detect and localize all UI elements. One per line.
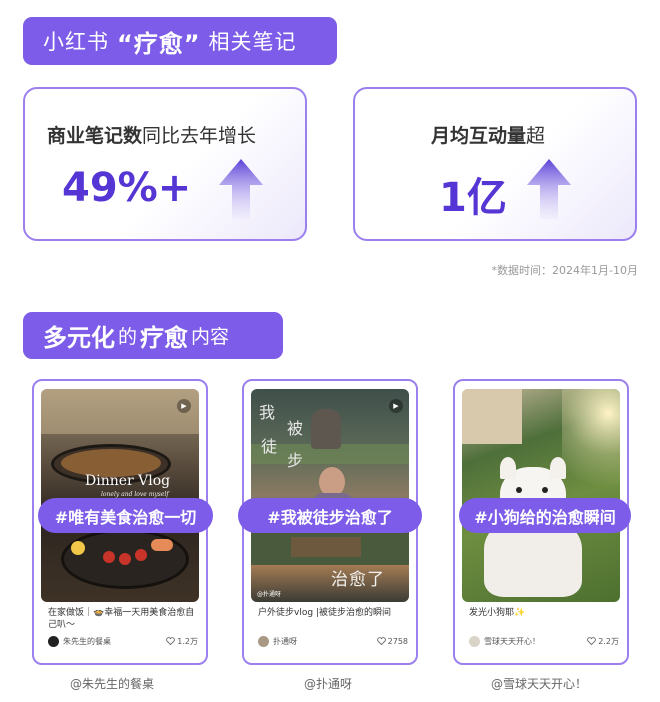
section-title-suffix: 相关笔记 xyxy=(208,30,297,54)
like-count: 1.2万 xyxy=(177,636,198,646)
stat-value: 1亿 xyxy=(439,175,507,221)
avatar[interactable] xyxy=(258,635,269,647)
overlay-char: 徒 xyxy=(261,437,278,456)
likes[interactable]: 2.2万 xyxy=(587,636,619,647)
section-title-part2: 的 xyxy=(118,326,138,348)
play-icon[interactable]: ▶ xyxy=(389,399,403,413)
hashtag-hiking[interactable]: #我被徒步治愈了 xyxy=(238,498,422,533)
author-row: 朱先生的餐桌 1.2万 xyxy=(48,634,198,648)
hashtag-food[interactable]: #唯有美食治愈一切 xyxy=(38,498,213,533)
overlay-tag: @扑通呀 xyxy=(257,591,282,598)
note-image-cooking[interactable]: ▶ Dinner Vlog lonely and love myself xyxy=(41,389,199,602)
overlay-char: 被 xyxy=(287,419,304,438)
author-row: 雪球天天开心！ 2.2万 xyxy=(469,634,619,648)
stat-card-commercial-notes: 商业笔记数同比去年增长 49%+ xyxy=(23,87,307,241)
section-title-part4: 内容 xyxy=(191,326,230,348)
data-period-note: *数据时间：2024年1月-10月 xyxy=(491,264,638,277)
section-title-prefix: 小红书 xyxy=(43,30,109,54)
avatar[interactable] xyxy=(469,635,480,647)
like-count: 2.2万 xyxy=(598,636,619,646)
play-icon[interactable]: ▶ xyxy=(177,399,191,413)
author-name[interactable]: 扑通呀 xyxy=(273,636,377,647)
overlay-subtitle: lonely and love myself xyxy=(101,491,169,498)
author-row: 扑通呀 2758 xyxy=(258,634,408,648)
source-credit: @朱先生的餐桌 xyxy=(70,677,155,691)
note-caption[interactable]: 在家做饭｜🍲幸福一天用美食治愈自己叭～ xyxy=(48,607,198,631)
overlay-char: 我 xyxy=(259,403,276,422)
up-arrow-icon xyxy=(527,159,571,219)
note-image-hiking[interactable]: ▶ 我 被 徒 步 治愈了 @扑通呀 xyxy=(251,389,409,602)
heart-icon[interactable] xyxy=(166,637,176,645)
stat-label-bold: 月均互动量 xyxy=(431,125,527,147)
overlay-title: Dinner Vlog xyxy=(85,473,171,489)
stat-label-rest: 同比去年增长 xyxy=(142,125,257,147)
section-title-diverse-content: 多元化 的 疗愈 内容 xyxy=(23,312,283,359)
section-title-part3: 疗愈 xyxy=(140,324,189,352)
section-title-healing-notes: 小红书 “疗愈” 相关笔记 xyxy=(23,17,337,65)
note-caption[interactable]: 户外徒步vlog |被徒步治愈的瞬间 xyxy=(258,607,408,619)
up-arrow-icon xyxy=(219,159,263,219)
stat-label: 月均互动量超 xyxy=(431,121,545,148)
author-name[interactable]: 雪球天天开心！ xyxy=(484,636,587,647)
stat-card-monthly-interactions: 月均互动量超 1亿 xyxy=(353,87,637,241)
likes[interactable]: 1.2万 xyxy=(166,636,198,647)
section-title-part1: 多元化 xyxy=(43,324,115,352)
overlay-char: 步 xyxy=(287,451,304,470)
source-credit: @扑通呀 xyxy=(304,677,353,691)
stat-label-rest: 超 xyxy=(526,125,546,147)
avatar[interactable] xyxy=(48,635,59,647)
stat-value: 49%+ xyxy=(62,165,192,211)
overlay-bottom-text: 治愈了 xyxy=(331,570,385,590)
heart-icon[interactable] xyxy=(587,637,597,645)
section-title-highlight: “疗愈” xyxy=(117,29,201,58)
author-name[interactable]: 朱先生的餐桌 xyxy=(63,636,166,647)
stat-label-bold: 商业笔记数 xyxy=(47,125,143,147)
stat-label: 商业笔记数同比去年增长 xyxy=(47,121,256,148)
heart-icon[interactable] xyxy=(376,637,386,645)
hashtag-dog[interactable]: #小狗给的治愈瞬间 xyxy=(459,498,631,533)
like-count: 2758 xyxy=(387,636,408,646)
source-credit: @雪球天天开心！ xyxy=(491,677,588,691)
note-image-dog[interactable] xyxy=(462,389,620,602)
likes[interactable]: 2758 xyxy=(376,636,408,646)
note-caption[interactable]: 发光小狗耶✨ xyxy=(469,607,619,619)
